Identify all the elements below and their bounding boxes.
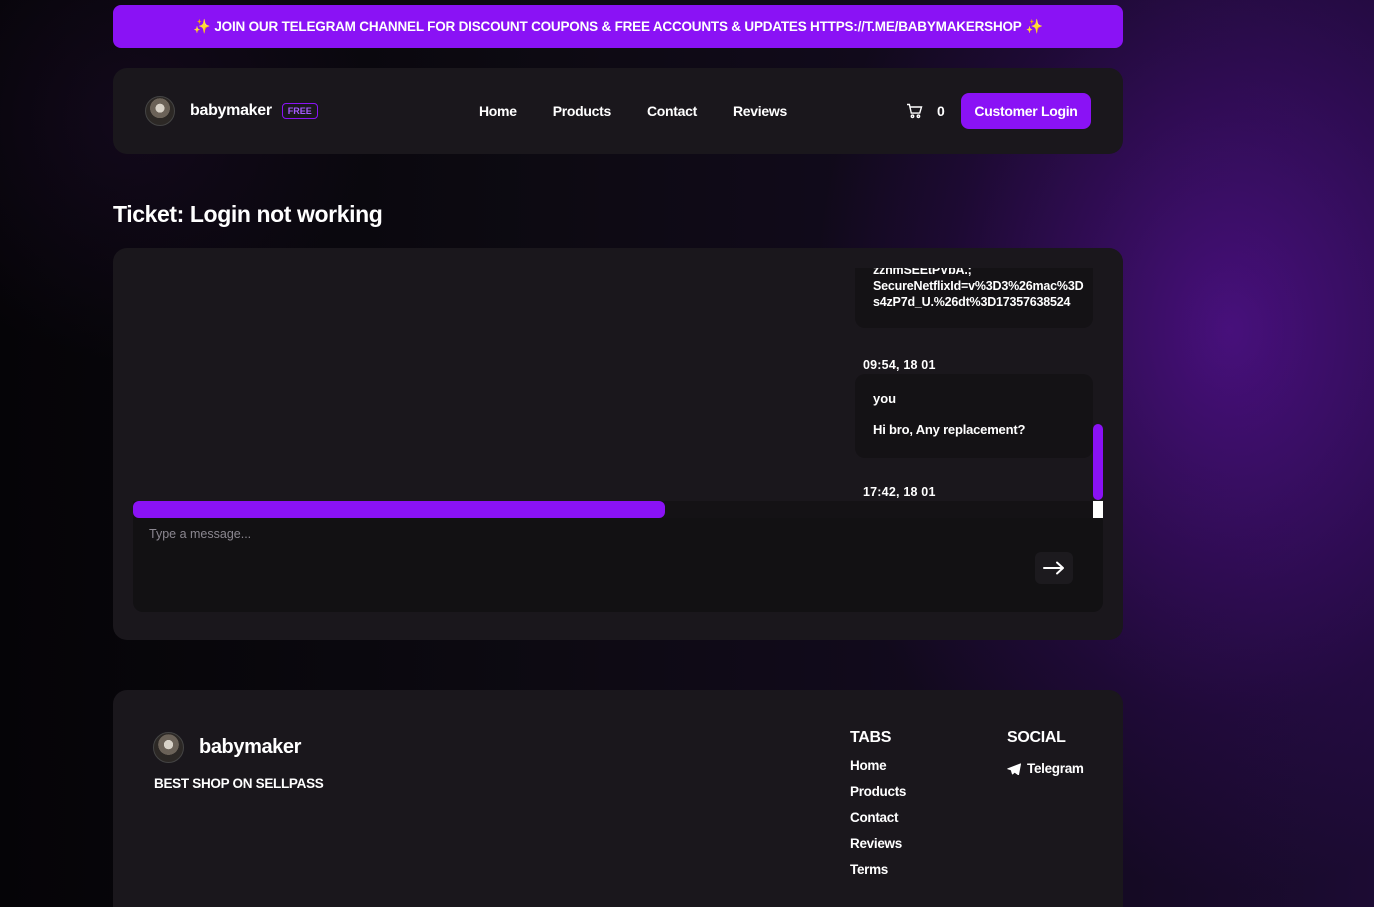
send-button[interactable] (1035, 552, 1073, 584)
footer-brand-name: babymaker (199, 736, 302, 758)
vertical-scrollbar-thumb[interactable] (1093, 424, 1103, 500)
telegram-label: Telegram (1027, 761, 1084, 776)
footer-tagline: BEST SHOP ON SELLPASS (154, 776, 324, 791)
ticket-chat-card: zznmSEEtPVbA.; SecureNetflixId=v%3D3%26m… (113, 248, 1123, 640)
cart-button[interactable]: 0 (906, 103, 945, 119)
message-input[interactable]: Type a message... (149, 527, 251, 541)
footer-logo (153, 732, 184, 763)
scrollbar-corner (1093, 501, 1103, 518)
message-bubble: you Hi bro, Any replacement? (855, 374, 1093, 458)
cart-count: 0 (937, 103, 945, 119)
footer-link-contact[interactable]: Contact (850, 810, 906, 828)
telegram-icon (1007, 762, 1021, 775)
brand-logo[interactable] (145, 96, 175, 126)
message-text: Hi bro, Any replacement? (873, 422, 1026, 437)
message-sender: you (873, 391, 897, 406)
footer-link-products[interactable]: Products (850, 784, 906, 802)
announcement-banner[interactable]: ✨ JOIN OUR TELEGRAM CHANNEL FOR DISCOUNT… (113, 5, 1123, 48)
free-badge: FREE (281, 103, 318, 119)
banner-text: JOIN OUR TELEGRAM CHANNEL FOR DISCOUNT C… (214, 19, 1022, 34)
customer-login-button[interactable]: Customer Login (961, 93, 1091, 129)
message-composer[interactable]: Type a message... (133, 518, 1103, 612)
message-body: zznmSEEtPVbA.; SecureNetflixId=v%3D3%26m… (873, 268, 1095, 310)
sparkle-icon: ✨ (193, 18, 211, 34)
nav-link-contact[interactable]: Contact (647, 103, 697, 119)
site-footer: babymaker BEST SHOP ON SELLPASS TABS Hom… (113, 690, 1123, 907)
brand-name[interactable]: babymaker (190, 102, 272, 120)
footer-social-heading: SOCIAL (1007, 729, 1066, 746)
horizontal-scrollbar-thumb[interactable] (133, 501, 665, 518)
message-line: zznmSEEtPVbA.; (873, 268, 972, 277)
message-timestamp: 17:42, 18 01 (863, 485, 936, 499)
message-line: SecureNetflixId=v%3D3%26mac%3D (873, 279, 1084, 293)
footer-tabs-list: Home Products Contact Reviews Terms (850, 758, 906, 880)
cart-icon (907, 103, 923, 119)
message-list[interactable]: zznmSEEtPVbA.; SecureNetflixId=v%3D3%26m… (133, 268, 1103, 500)
message-timestamp: 09:54, 18 01 (863, 358, 936, 372)
footer-link-reviews[interactable]: Reviews (850, 836, 906, 854)
page-title: Ticket: Login not working (113, 201, 383, 227)
top-navbar: babymaker FREE Home Products Contact Rev… (113, 68, 1123, 154)
footer-tabs-heading: TABS (850, 729, 892, 746)
nav-link-home[interactable]: Home (479, 103, 517, 119)
footer-link-telegram[interactable]: Telegram (1007, 761, 1084, 776)
footer-link-terms[interactable]: Terms (850, 862, 906, 880)
nav-link-products[interactable]: Products (553, 103, 612, 119)
arrow-right-icon (1043, 561, 1064, 575)
nav-link-reviews[interactable]: Reviews (733, 103, 787, 119)
message-line: s4zP7d_U.%26dt%3D17357638524 (873, 295, 1071, 309)
message-bubble: zznmSEEtPVbA.; SecureNetflixId=v%3D3%26m… (855, 268, 1093, 328)
nav-links: Home Products Contact Reviews (479, 103, 787, 119)
sparkle-icon: ✨ (1025, 18, 1043, 34)
footer-brand[interactable]: babymaker (153, 732, 301, 763)
footer-link-home[interactable]: Home (850, 758, 906, 776)
